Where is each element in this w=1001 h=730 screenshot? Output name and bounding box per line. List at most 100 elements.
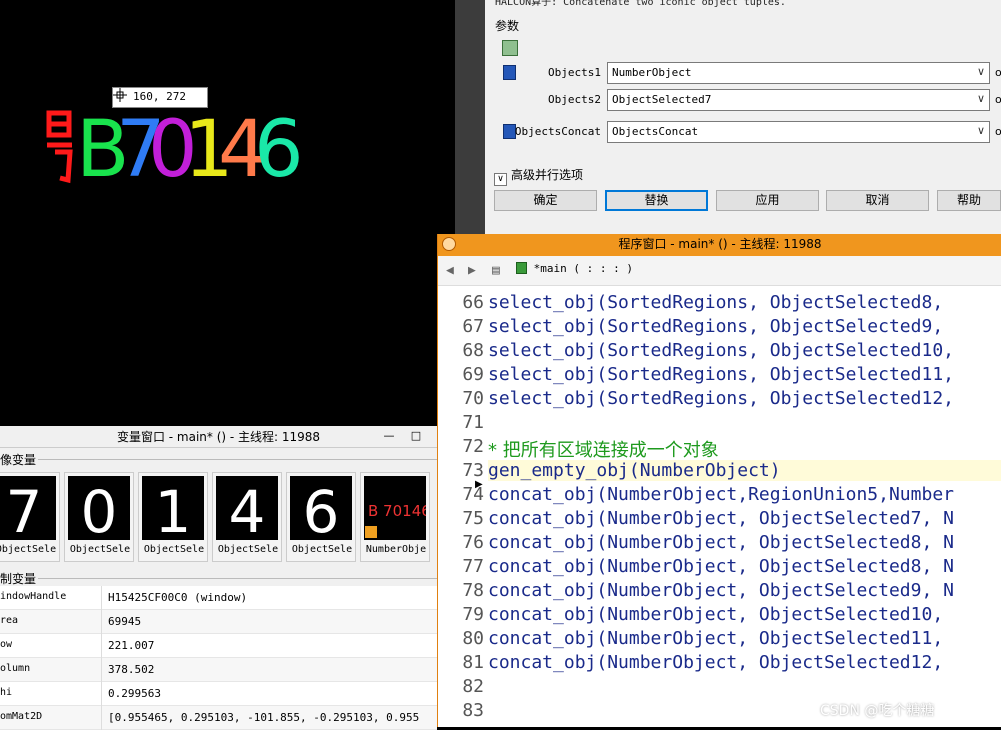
variable-window-title: 变量窗口 - main* () - 主线程: 11988 xyxy=(0,426,437,448)
watermark: CSDN @吃个糖糖 xyxy=(820,703,935,719)
help-button[interactable]: 帮助 xyxy=(937,190,1001,211)
var-name: olumn xyxy=(0,663,31,674)
cancel-button[interactable]: 取消 xyxy=(826,190,929,211)
thumbnail-image: 7 xyxy=(0,476,56,540)
var-value: H15425CF00C0 (window) xyxy=(101,586,437,610)
code-line[interactable]: select_obj(SortedRegions, ObjectSelected… xyxy=(488,316,943,337)
province-char xyxy=(46,110,73,184)
chevron-down-icon[interactable]: ∨ xyxy=(977,124,985,137)
control-var-row[interactable]: olumn 378.502 xyxy=(0,658,437,682)
iconic-thumbnail[interactable]: 7 ObjectSele xyxy=(0,472,60,562)
control-var-row[interactable]: hi 0.299563 xyxy=(0,682,437,706)
minimize-button[interactable]: — xyxy=(383,430,395,443)
code-line[interactable]: * 把所有区域连接成一个对象 xyxy=(488,436,719,462)
procedure-icon xyxy=(516,262,527,274)
apply-button[interactable]: 应用 xyxy=(716,190,819,211)
var-value: 221.007 xyxy=(101,634,437,658)
line-number: 69 xyxy=(462,364,484,385)
var-name: ow xyxy=(0,639,13,650)
advanced-parallel-options[interactable]: ∨ 高级并行选项 xyxy=(494,166,583,186)
param-label: Objects1 xyxy=(548,66,601,79)
ok-button[interactable]: 确定 xyxy=(494,190,597,211)
iconic-thumbnail[interactable]: 4 ObjectSele xyxy=(212,472,282,562)
chevron-down-icon[interactable]: ∨ xyxy=(977,65,985,78)
objects1-select[interactable]: NumberObject ∨ xyxy=(607,62,990,84)
iconic-thumbnail[interactable]: 6 ObjectSele xyxy=(286,472,356,562)
thumb-glyph: B 70146 xyxy=(368,502,426,520)
maximize-button[interactable]: □ xyxy=(410,430,422,443)
coordinate-readout: 160, 272 xyxy=(112,87,208,108)
graphics-canvas[interactable]: B70146 xyxy=(0,0,455,414)
control-var-row[interactable]: omMat2D [0.955465, 0.295103, -101.855, -… xyxy=(0,706,437,730)
back-arrow-icon[interactable]: ◀ xyxy=(446,263,454,278)
input-object-icon xyxy=(503,65,516,80)
procedure-selector[interactable]: *main ( : : : ) xyxy=(516,262,633,275)
plate-char: 6 xyxy=(254,105,304,195)
operator-description: HALCON算子: Concatenate two iconic object … xyxy=(495,0,786,8)
code-editor[interactable]: select_obj(SortedRegions, ObjectSelected… xyxy=(488,286,1001,727)
code-line[interactable]: concat_obj(NumberObject,RegionUnion5,Num… xyxy=(488,484,954,505)
iconic-thumbnail[interactable]: 0 ObjectSele xyxy=(64,472,134,562)
select-value: ObjectsConcat xyxy=(612,125,699,138)
forward-arrow-icon[interactable]: ▶ xyxy=(468,263,476,278)
line-number: 75 xyxy=(462,508,484,529)
param-label: Objects2 xyxy=(548,93,601,106)
code-line[interactable]: concat_obj(NumberObject, ObjectSelected7… xyxy=(488,508,954,529)
edit-icon[interactable] xyxy=(502,40,518,56)
code-line[interactable]: concat_obj(NumberObject, ObjectSelected1… xyxy=(488,604,943,625)
control-var-row[interactable]: ow 221.007 xyxy=(0,634,437,658)
param-row-objects2: Objects2 ObjectSelected7 ∨ o xyxy=(485,89,1001,111)
code-line[interactable]: concat_obj(NumberObject, ObjectSelected1… xyxy=(488,652,943,673)
line-number: 67 xyxy=(462,316,484,337)
program-toolbar: ◀ ▶ ▤ *main ( : : : ) xyxy=(438,256,1001,286)
graphics-window[interactable]: B70146 160, 272 xyxy=(0,0,455,414)
chevron-down-icon[interactable]: ∨ xyxy=(977,92,985,105)
objects2-select[interactable]: ObjectSelected7 ∨ xyxy=(607,89,990,111)
thumbnail-image: 4 xyxy=(216,476,278,540)
thumbnail-image: 6 xyxy=(290,476,352,540)
expand-toggle-icon[interactable]: ∨ xyxy=(494,173,507,186)
code-line[interactable]: concat_obj(NumberObject, ObjectSelected8… xyxy=(488,532,954,553)
thumbnail-name: ObjectSele xyxy=(0,544,57,555)
thumb-glyph: 1 xyxy=(155,478,192,540)
thumbnail-name: ObjectSele xyxy=(143,544,205,555)
code-line[interactable]: concat_obj(NumberObject, ObjectSelected1… xyxy=(488,628,943,649)
param-out: o xyxy=(995,93,1001,106)
line-number: 78 xyxy=(462,580,484,601)
control-var-row[interactable]: indowHandle H15425CF00C0 (window) xyxy=(0,586,437,610)
param-out: o xyxy=(995,66,1001,79)
line-number: 66 xyxy=(462,292,484,313)
line-number: 80 xyxy=(462,628,484,649)
thumb-glyph: 6 xyxy=(303,478,340,540)
thumb-glyph: 0 xyxy=(81,478,118,540)
code-line[interactable]: select_obj(SortedRegions, ObjectSelected… xyxy=(488,292,943,313)
code-line[interactable]: select_obj(SortedRegions, ObjectSelected… xyxy=(488,388,954,409)
folder-icon[interactable]: ▤ xyxy=(492,263,500,278)
var-value: 378.502 xyxy=(101,658,437,682)
iconic-thumbnail[interactable]: 1 ObjectSele xyxy=(138,472,208,562)
code-line[interactable]: concat_obj(NumberObject, ObjectSelected9… xyxy=(488,580,954,601)
var-value: 0.299563 xyxy=(101,682,437,706)
window-separator xyxy=(455,0,485,234)
param-row-objectsconcat: ObjectsConcat ObjectsConcat ∨ o xyxy=(485,121,1001,143)
objectsconcat-select[interactable]: ObjectsConcat ∨ xyxy=(607,121,990,143)
replace-button[interactable]: 替换 xyxy=(605,190,708,211)
code-line[interactable]: select_obj(SortedRegions, ObjectSelected… xyxy=(488,364,954,385)
thumb-glyph: 4 xyxy=(229,478,266,540)
code-line[interactable]: gen_empty_obj(NumberObject) xyxy=(488,460,1001,481)
control-var-row[interactable]: rea 69945 xyxy=(0,610,437,634)
thumbnail-name: ObjectSele xyxy=(217,544,279,555)
code-line[interactable]: concat_obj(NumberObject, ObjectSelected8… xyxy=(488,556,954,577)
code-line[interactable]: select_obj(SortedRegions, ObjectSelected… xyxy=(488,340,954,361)
param-out: o xyxy=(995,125,1001,138)
line-number: 73 xyxy=(462,460,484,481)
iconic-thumbnail[interactable]: B 70146 NumberObje xyxy=(360,472,430,562)
var-name: indowHandle xyxy=(0,591,67,602)
halcon-logo-icon xyxy=(442,237,456,251)
advanced-label: 高级并行选项 xyxy=(511,168,584,182)
line-number: 77 xyxy=(462,556,484,577)
var-value: 69945 xyxy=(101,610,437,634)
line-number: 68 xyxy=(462,340,484,361)
coordinate-text: 160, 272 xyxy=(133,90,186,103)
thumbnail-image: 0 xyxy=(68,476,130,540)
